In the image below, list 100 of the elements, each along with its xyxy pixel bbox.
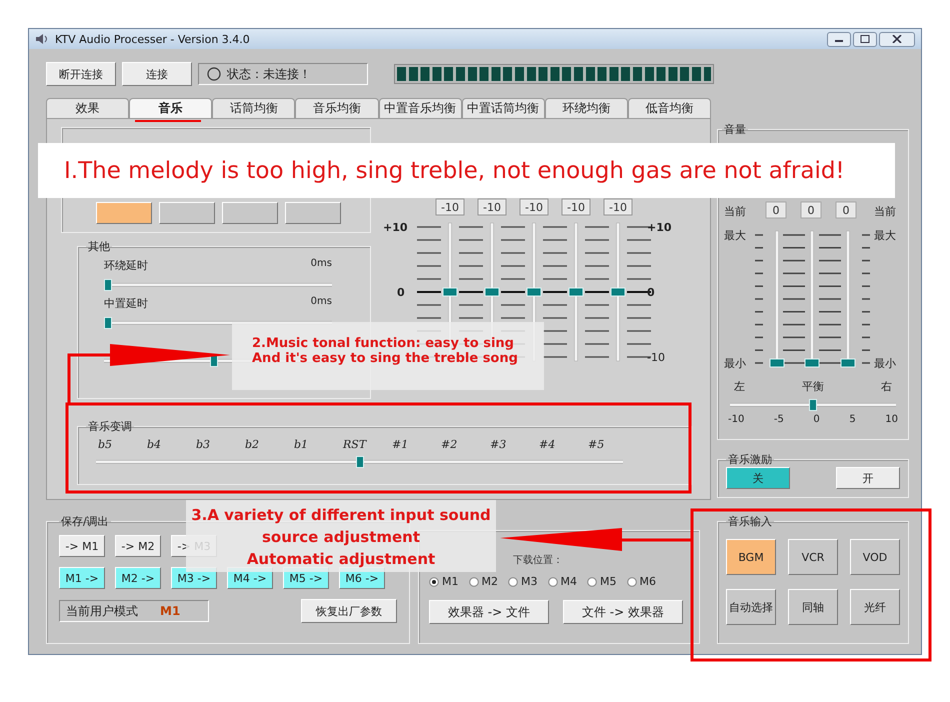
input-source-button[interactable]: VOD <box>850 539 900 575</box>
radio-button[interactable]: M5 <box>587 575 616 588</box>
close-icon <box>892 35 902 43</box>
tick-label: 5 <box>849 414 856 425</box>
tab[interactable]: 环绕均衡 <box>544 98 628 118</box>
factory-reset-button[interactable]: 恢复出厂参数 <box>301 599 397 623</box>
radio-button[interactable]: M1 <box>429 575 458 588</box>
save-button[interactable]: -> M2 <box>115 535 161 557</box>
maximize-button[interactable] <box>853 32 877 46</box>
balance-right-label: 右 <box>881 379 892 394</box>
pitch-label: #1 <box>392 438 410 451</box>
slider-thumb[interactable] <box>356 456 364 468</box>
toggle-button[interactable]: 开 <box>836 467 900 489</box>
slider-reading: 0ms <box>310 258 332 271</box>
status-circle-icon <box>207 67 221 81</box>
slider-label: 环绕延时 <box>104 258 148 274</box>
radio-button[interactable]: M3 <box>508 575 538 588</box>
slider-thumb[interactable] <box>840 358 856 368</box>
slider-track[interactable] <box>804 230 820 368</box>
annotation-text: source adjustment <box>262 527 420 548</box>
save-button[interactable]: -> M1 <box>59 535 105 557</box>
slider-thumb[interactable] <box>104 279 112 291</box>
pitch-label: b2 <box>245 438 260 451</box>
scale-label: +10 <box>647 221 672 234</box>
preset-button[interactable] <box>285 202 341 224</box>
pitch-label: #4 <box>539 438 556 451</box>
scale-label: 0 <box>647 286 655 299</box>
pitch-label: #2 <box>441 438 458 451</box>
load-button[interactable]: M1 -> <box>59 567 105 589</box>
window-title: KTV Audio Processer - Version 3.4.0 <box>55 32 250 46</box>
group-title: 音量 <box>723 122 747 137</box>
slider-reading: 0ms <box>310 296 332 309</box>
slider-thumb[interactable] <box>610 288 626 296</box>
slider-thumb[interactable] <box>770 358 784 368</box>
slider-track[interactable] <box>568 222 584 362</box>
mode-label: 当前用户模式 <box>66 602 138 620</box>
annotation-text: 3.A variety of different input sound <box>191 505 491 526</box>
pitch-label: b4 <box>147 438 162 451</box>
slider-label: 中置延时 <box>104 296 148 312</box>
input-source-button[interactable]: BGM <box>726 539 776 575</box>
preset-button[interactable] <box>96 202 152 224</box>
tab[interactable]: 音乐 <box>129 98 212 118</box>
gain-value: -10 <box>604 198 632 216</box>
load-button[interactable]: M2 -> <box>115 567 161 589</box>
slider-track[interactable] <box>610 222 626 362</box>
minimize-button[interactable] <box>827 32 851 46</box>
slider-thumb[interactable] <box>809 399 817 411</box>
tab[interactable]: 效果 <box>46 98 130 118</box>
underline-mark <box>135 120 201 122</box>
pitch-label: #5 <box>588 438 606 451</box>
max-label: 最大 <box>874 229 896 242</box>
pitch-label: b3 <box>196 438 212 451</box>
slider-thumb[interactable] <box>442 288 458 296</box>
pitch-label: b5 <box>98 438 114 451</box>
tab[interactable]: 中置话筒均衡 <box>462 98 545 118</box>
tick-label: -5 <box>774 414 784 425</box>
tab[interactable]: 低音均衡 <box>628 98 711 118</box>
input-source-button[interactable]: VCR <box>788 539 838 575</box>
group-title: 其他 <box>87 239 111 254</box>
radio-button[interactable]: M4 <box>548 575 577 588</box>
transfer-button[interactable]: 效果器 -> 文件 <box>429 600 549 624</box>
download-label: 下载位置： <box>513 555 563 566</box>
close-button[interactable] <box>879 32 915 46</box>
radio-button[interactable]: M6 <box>626 575 656 588</box>
transfer-button[interactable]: 文件 -> 效果器 <box>563 600 683 624</box>
slider-track[interactable] <box>840 230 856 368</box>
gain-value: -10 <box>478 198 506 216</box>
slider-track[interactable] <box>770 230 784 368</box>
preset-button[interactable] <box>222 202 278 224</box>
annotation-text: 2.Music tonal function: easy to sing <box>252 336 514 351</box>
radio-button[interactable]: M2 <box>468 575 498 588</box>
toggle-button[interactable]: 关 <box>726 467 790 489</box>
slider-thumb[interactable] <box>104 317 112 329</box>
pitch-label: #3 <box>490 438 508 451</box>
group-title: 保存/调出 <box>60 514 110 529</box>
input-source-button[interactable]: 同轴 <box>788 589 838 625</box>
slider-thumb[interactable] <box>804 358 820 368</box>
current-label: 当前 <box>724 205 746 218</box>
speaker-icon <box>35 34 49 44</box>
tab[interactable]: 中置音乐均衡 <box>378 98 462 118</box>
balance-left-label: 左 <box>734 379 745 394</box>
group-title: 音乐变调 <box>87 419 133 434</box>
preset-button[interactable] <box>159 202 215 224</box>
slider-thumb[interactable] <box>568 288 584 296</box>
disconnect-button[interactable]: 断开连接 <box>46 62 116 86</box>
slider-thumb[interactable] <box>484 288 500 296</box>
input-source-button[interactable]: 光纤 <box>850 589 900 625</box>
tick-label: 0 <box>813 414 820 425</box>
input-source-button[interactable]: 自动选择 <box>726 589 776 625</box>
annotation-text: Automatic adjustment <box>246 549 436 570</box>
mode-value: M1 <box>160 604 180 618</box>
slider-thumb[interactable] <box>526 288 542 296</box>
tab[interactable]: 音乐均衡 <box>295 98 378 118</box>
min-label: 最小 <box>874 357 896 370</box>
tab[interactable]: 话筒均衡 <box>212 98 296 118</box>
maximize-icon <box>860 35 870 43</box>
scale-label: -10 <box>647 351 665 364</box>
gain-value: -10 <box>520 198 548 216</box>
connect-button[interactable]: 连接 <box>122 62 192 86</box>
group-title: 音乐输入 <box>727 514 773 529</box>
